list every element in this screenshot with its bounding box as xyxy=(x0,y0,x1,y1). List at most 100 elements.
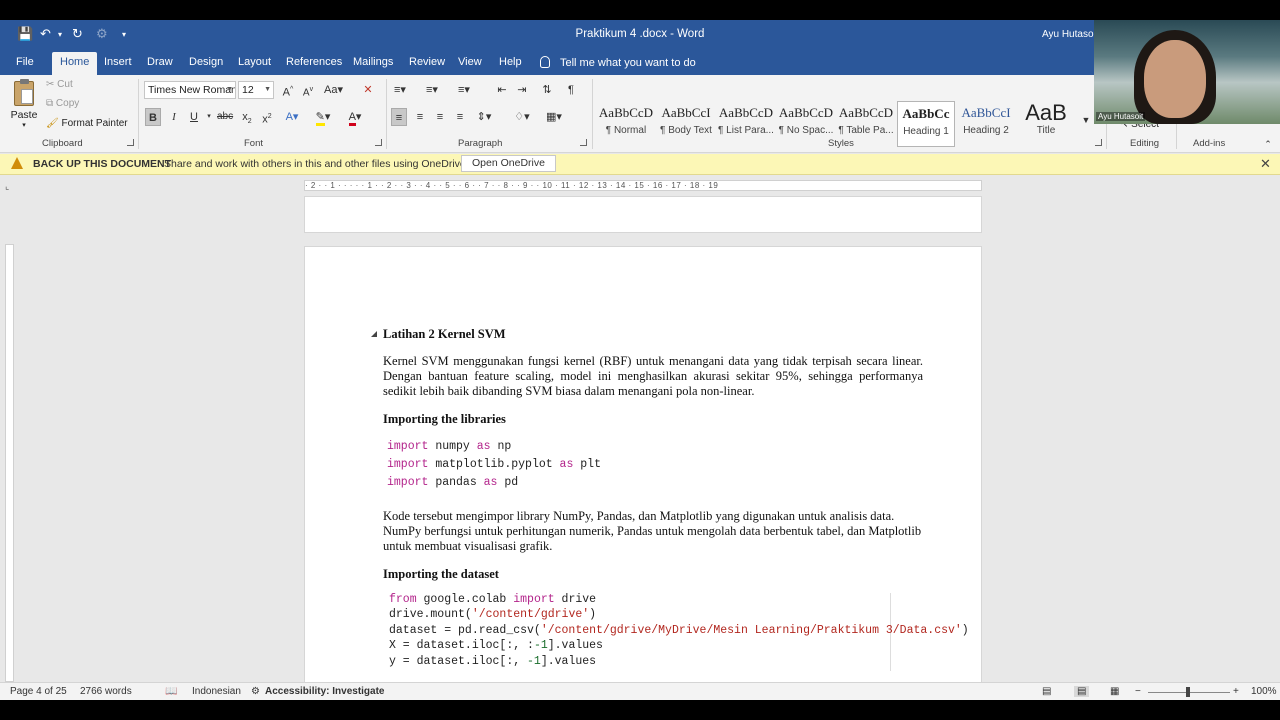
focus-mode-icon[interactable]: ▤ xyxy=(1042,686,1051,697)
language-indicator[interactable]: Indonesian xyxy=(192,686,241,697)
font-launcher-icon[interactable] xyxy=(375,139,382,146)
style-list-paragraph[interactable]: AaBbCcD ¶ List Para... xyxy=(717,101,775,147)
font-family-select[interactable]: Times New Roman ▼ xyxy=(144,81,236,99)
tab-help[interactable]: Help xyxy=(491,52,530,75)
paragraph-launcher-icon[interactable] xyxy=(580,139,587,146)
tab-review[interactable]: Review xyxy=(401,52,453,75)
italic-button[interactable]: I xyxy=(166,108,182,126)
tab-mailings[interactable]: Mailings xyxy=(345,52,401,75)
font-size-select[interactable]: 12 ▼ xyxy=(238,81,274,99)
zoom-level[interactable]: 100% xyxy=(1251,686,1277,697)
zoom-in-icon[interactable]: + xyxy=(1233,686,1239,697)
format-painter-button[interactable]: 🖌 Format Painter xyxy=(46,118,128,129)
tab-draw[interactable]: Draw xyxy=(139,52,181,75)
collapse-ribbon-icon[interactable]: ⌃ xyxy=(1260,135,1276,153)
grow-font-icon[interactable]: A^ xyxy=(280,81,296,99)
multilevel-list-icon[interactable]: ≡▾ xyxy=(456,81,472,99)
horizontal-ruler[interactable]: · 2 · · 1 · · · · · 1 · · 2 · · 3 · · 4 … xyxy=(304,180,982,191)
line-spacing-icon[interactable]: ⇕▾ xyxy=(476,108,492,126)
tab-references[interactable]: References xyxy=(278,52,350,75)
tab-home[interactable]: Home xyxy=(52,52,98,75)
collapse-heading-icon[interactable] xyxy=(371,331,377,337)
vertical-ruler[interactable] xyxy=(5,244,14,682)
increase-indent-icon[interactable]: ⇥ xyxy=(514,81,530,99)
style-title[interactable]: AaB Title xyxy=(1017,101,1075,147)
warning-icon xyxy=(11,157,23,169)
style-heading-2[interactable]: AaBbCcI Heading 2 xyxy=(957,101,1015,147)
style-normal[interactable]: AaBbCcD ¶ Normal xyxy=(597,101,655,147)
code-line: dataset = pd.read_csv('/content/gdrive/M… xyxy=(389,624,969,637)
webcam-overlay: Ayu Hutasoit xyxy=(1094,20,1280,124)
word-window: 💾 ↶ ▾ ↻ ⚙ ▾ Praktikum 4 .docx - Word Ayu… xyxy=(0,20,1280,700)
align-center-icon[interactable]: ≡ xyxy=(412,108,428,126)
font-family-value: Times New Roman xyxy=(148,84,236,96)
scissors-icon: ✂ xyxy=(46,79,55,90)
tab-layout[interactable]: Layout xyxy=(230,52,279,75)
justify-icon[interactable]: ≡ xyxy=(452,108,468,126)
style-sample: AaB xyxy=(1025,101,1067,125)
styles-launcher-icon[interactable] xyxy=(1095,139,1102,146)
underline-dropdown-icon[interactable]: ▾ xyxy=(201,108,217,126)
web-layout-icon[interactable]: ▦ xyxy=(1110,686,1119,697)
style-no-spacing[interactable]: AaBbCcD ¶ No Spac... xyxy=(777,101,835,147)
group-divider xyxy=(386,79,387,149)
style-sample: AaBbCcD xyxy=(838,105,894,120)
strikethrough-button[interactable]: abc xyxy=(217,108,233,126)
word-count[interactable]: 2766 words xyxy=(80,686,132,697)
clear-formatting-icon[interactable]: ✕ xyxy=(360,81,376,99)
sort-icon[interactable]: ⇅ xyxy=(539,81,555,99)
open-onedrive-button[interactable]: Open OneDrive xyxy=(461,155,556,172)
tab-file[interactable]: File xyxy=(8,52,42,75)
ribbon-tabs: File Home Insert Draw Design Layout Refe… xyxy=(0,48,1280,75)
shading-icon[interactable]: ♢▾ xyxy=(514,108,530,126)
zoom-slider-handle[interactable] xyxy=(1186,687,1190,697)
align-right-icon[interactable]: ≡ xyxy=(432,108,448,126)
account-name[interactable]: Ayu Hutasoit xyxy=(1042,29,1099,40)
notification-title: BACK UP THIS DOCUMENT xyxy=(33,158,172,170)
subscript-button[interactable]: x2 xyxy=(239,108,255,126)
style-sample: AaBbCcD xyxy=(718,105,774,120)
bold-button[interactable]: B xyxy=(145,108,161,126)
print-layout-icon[interactable]: ▤ xyxy=(1074,686,1090,697)
tab-selector-icon[interactable]: ⌞ xyxy=(5,181,14,191)
decrease-indent-icon[interactable]: ⇤ xyxy=(494,81,510,99)
accessibility-status[interactable]: Accessibility: Investigate xyxy=(265,686,385,697)
style-name: ¶ Table Pa... xyxy=(838,125,894,136)
editing-group-label: Editing xyxy=(1130,138,1160,149)
style-heading-1[interactable]: AaBbCc Heading 1 xyxy=(897,101,955,147)
tab-design[interactable]: Design xyxy=(181,52,231,75)
page-count[interactable]: Page 4 of 25 xyxy=(10,686,67,697)
tab-insert[interactable]: Insert xyxy=(96,52,140,75)
document-page[interactable]: Latihan 2 Kernel SVM Kernel SVM mengguna… xyxy=(304,246,982,700)
copy-button[interactable]: ⧉ Copy xyxy=(46,98,79,109)
align-left-icon[interactable]: ≡ xyxy=(391,108,407,126)
tab-view[interactable]: View xyxy=(450,52,490,75)
bullets-icon[interactable]: ≡▾ xyxy=(392,81,408,99)
paste-button[interactable]: Paste ▾ xyxy=(8,79,40,133)
highlighter-icon[interactable]: ✎▾ xyxy=(315,108,331,126)
show-formatting-icon[interactable]: ¶ xyxy=(563,81,579,99)
proofing-icon[interactable]: 📖 xyxy=(165,686,177,697)
close-icon[interactable]: ✕ xyxy=(1260,156,1271,172)
text-effects-icon[interactable]: A▾ xyxy=(284,108,300,126)
chevron-down-icon: ▼ xyxy=(226,86,233,93)
style-name: Heading 2 xyxy=(963,125,1009,136)
clipboard-icon xyxy=(14,79,34,106)
status-bar: Page 4 of 25 2766 words 📖 Indonesian ⚙ A… xyxy=(0,682,1280,700)
styles-more-icon[interactable]: ▼ xyxy=(1078,111,1094,129)
underline-button[interactable]: U xyxy=(186,108,202,126)
tell-me-search[interactable]: Tell me what you want to do xyxy=(540,56,696,69)
style-body-text[interactable]: AaBbCcI ¶ Body Text xyxy=(657,101,715,147)
section-heading-dataset: Importing the dataset xyxy=(383,567,499,581)
font-color-icon[interactable]: A▾ xyxy=(347,108,363,126)
cut-button[interactable]: ✂ Cut xyxy=(46,79,73,90)
cut-label: Cut xyxy=(57,79,73,90)
superscript-button[interactable]: x2 xyxy=(259,108,275,126)
clipboard-launcher-icon[interactable] xyxy=(127,139,134,146)
group-divider xyxy=(138,79,139,149)
zoom-out-icon[interactable]: − xyxy=(1135,686,1141,697)
numbering-icon[interactable]: ≡▾ xyxy=(424,81,440,99)
change-case-icon[interactable]: Aa▾ xyxy=(324,81,343,99)
borders-icon[interactable]: ▦▾ xyxy=(546,108,562,126)
shrink-font-icon[interactable]: Av xyxy=(300,81,316,99)
